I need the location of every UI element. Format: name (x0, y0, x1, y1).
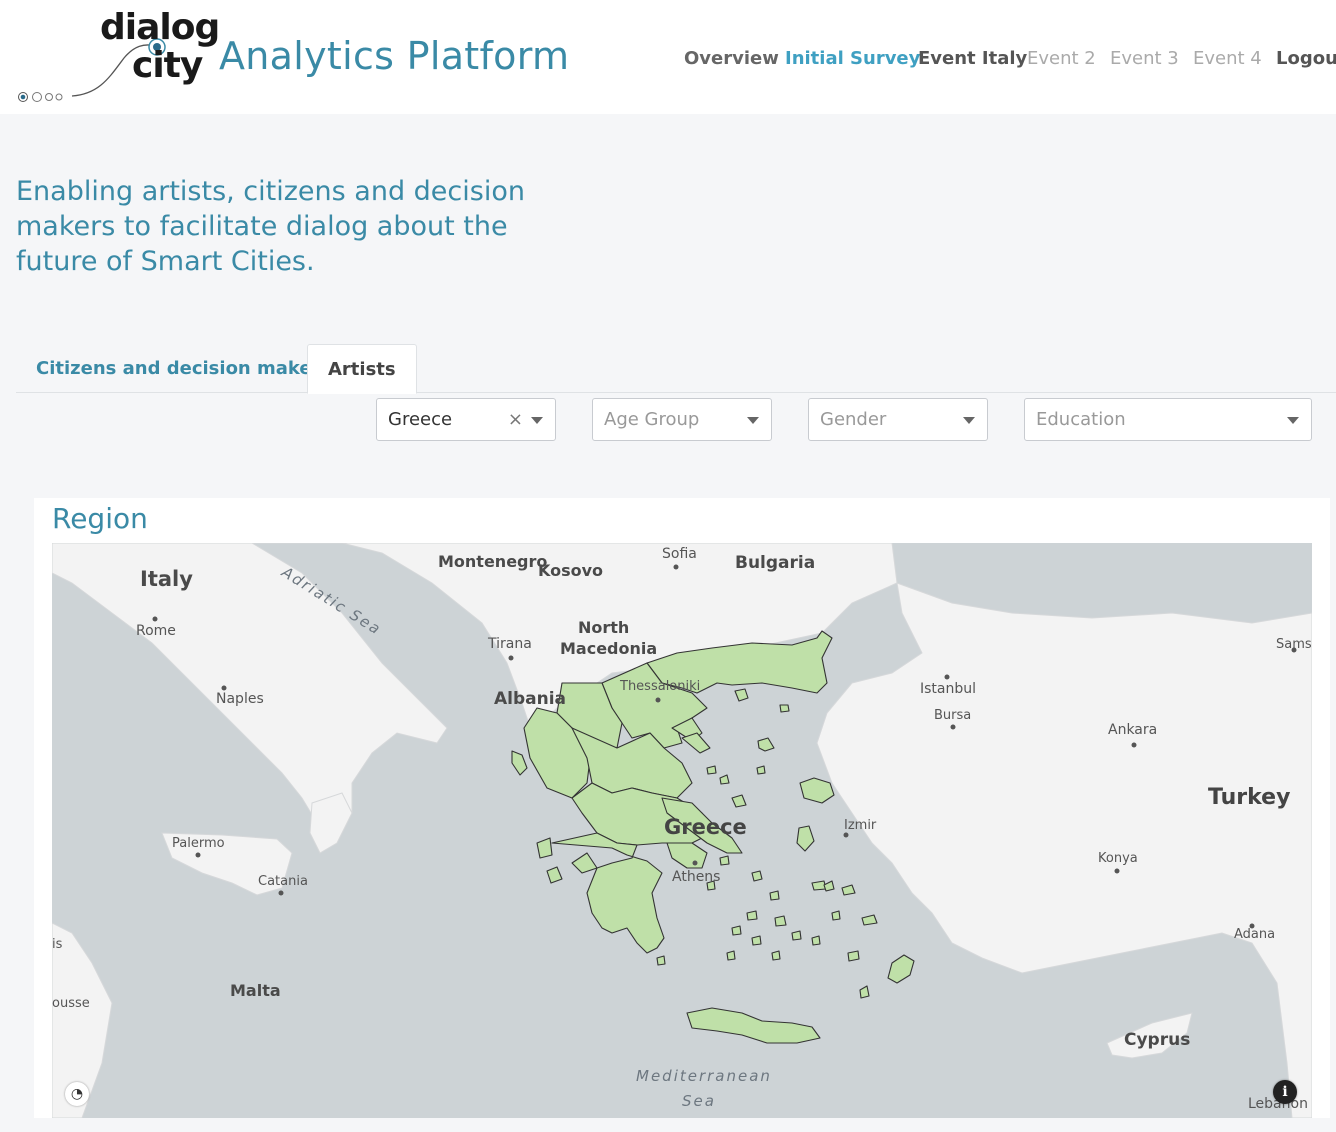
chevron-down-icon (531, 417, 543, 424)
chevron-down-icon (963, 417, 975, 424)
map-label-sousse: ousse (52, 996, 90, 1011)
nav-event-2[interactable]: Event 2 (1027, 48, 1096, 69)
mapbox-logo-icon[interactable]: ◔ (65, 1082, 89, 1106)
age-group-placeholder: Age Group (604, 409, 700, 430)
map-label-tirana: Tirana (488, 636, 532, 652)
map-label-north-macedonia-line1: North (578, 618, 630, 637)
map-label-sea: Sea (682, 1092, 716, 1110)
nav-event-italy[interactable]: Event Italy (918, 48, 1027, 69)
map-label-adana: Adana (1234, 927, 1276, 942)
dialog-city-logo[interactable]: dialog city (14, 8, 220, 108)
education-select[interactable]: Education (1024, 398, 1312, 441)
map-label-north-macedonia-line2: Macedonia (560, 639, 658, 658)
map-label-kosovo: Kosovo (538, 561, 604, 580)
map-label-ankara: Ankara (1108, 722, 1158, 738)
map-label-albania: Albania (494, 689, 567, 709)
map-label-italy: Italy (140, 567, 193, 591)
tagline: Enabling artists, citizens and decision … (16, 176, 525, 277)
map-label-rome: Rome (136, 623, 176, 639)
map-label-montenegro: Montenegro (438, 552, 548, 571)
map-label-mediterranean: Mediterranean (636, 1067, 772, 1085)
map-label-greece: Greece (664, 815, 747, 839)
nav-event-4[interactable]: Event 4 (1193, 48, 1262, 69)
map-label-palermo: Palermo (172, 836, 225, 851)
map-label-izmir: Izmir (844, 818, 877, 833)
clear-icon[interactable]: × (508, 399, 523, 440)
country-select-value: Greece (388, 409, 453, 430)
region-map[interactable]: Italy Rome Naples Palermo Catania Malta … (52, 543, 1312, 1118)
nav-overview[interactable]: Overview (684, 48, 779, 69)
map-label-naples: Naples (216, 691, 264, 707)
nav-initial-survey[interactable]: Initial Survey (785, 48, 920, 69)
chevron-down-icon (747, 417, 759, 424)
tab-citizens-decision-makers[interactable]: Citizens and decision makers (16, 344, 351, 393)
logo-word-dialog: dialog (100, 7, 220, 48)
map-label-samsun: Sams (1276, 637, 1312, 652)
gender-placeholder: Gender (820, 409, 887, 430)
info-icon[interactable]: i (1273, 1080, 1297, 1104)
header: dialog city Analytics Platform Overview … (0, 0, 1336, 114)
education-placeholder: Education (1036, 409, 1126, 430)
map-label-is: is (52, 937, 63, 952)
gender-select[interactable]: Gender (808, 398, 988, 441)
map-label-sofia: Sofia (662, 546, 697, 562)
tab-artists[interactable]: Artists (307, 344, 417, 394)
map-label-thessaloniki: Thessaloniki (620, 679, 701, 694)
nav-logout[interactable]: Logout (1276, 48, 1336, 69)
map-label-cyprus: Cyprus (1124, 1030, 1191, 1050)
region-title: Region (52, 502, 148, 535)
app-title: Analytics Platform (219, 34, 570, 78)
country-select[interactable]: Greece × (376, 398, 556, 441)
age-group-select[interactable]: Age Group (592, 398, 772, 441)
map-label-athens: Athens (672, 869, 721, 885)
map-label-bulgaria: Bulgaria (735, 553, 816, 573)
map-label-catania: Catania (258, 874, 308, 889)
nav-event-3[interactable]: Event 3 (1110, 48, 1179, 69)
map-label-konya: Konya (1098, 851, 1138, 866)
map-label-turkey: Turkey (1208, 785, 1291, 810)
map-label-malta: Malta (230, 981, 281, 1000)
audience-tabs: Citizens and decision makers Artists (16, 344, 1336, 394)
map-label-bursa: Bursa (934, 708, 972, 723)
map-label-istanbul: Istanbul (920, 681, 977, 697)
logo-word-city: city (132, 45, 203, 86)
chevron-down-icon (1287, 417, 1299, 424)
